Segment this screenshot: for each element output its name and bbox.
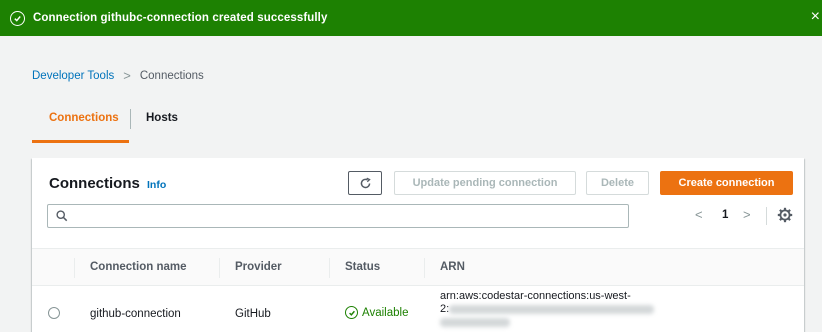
pagination-prev-icon[interactable]: <	[695, 207, 703, 222]
column-divider	[424, 258, 425, 278]
success-check-icon	[10, 10, 25, 26]
panel-title-text: Connections	[49, 175, 140, 192]
tab-bar: Connections Hosts	[32, 104, 792, 144]
cell-arn: arn:aws:codestar-connections:us-west- 2:	[440, 290, 670, 329]
breadcrumb-current: Connections	[139, 69, 204, 82]
cell-connection-name: github-connection	[90, 308, 181, 320]
table-row[interactable]: github-connection GitHub Available arn:a…	[32, 286, 804, 332]
breadcrumb-developer-tools[interactable]: Developer Tools	[32, 70, 114, 82]
panel-title: Connections Info	[49, 175, 166, 192]
search-input[interactable]	[76, 206, 628, 226]
cell-status: Available	[345, 306, 408, 319]
success-flash-banner: Connection githubc-connection created su…	[0, 0, 822, 36]
delete-button[interactable]: Delete	[586, 171, 649, 195]
search-icon	[54, 208, 70, 224]
tab-divider	[130, 109, 131, 129]
create-connection-button[interactable]: Create connection	[660, 171, 793, 195]
column-divider	[329, 258, 330, 278]
gear-icon[interactable]	[777, 207, 793, 223]
table-header: Connection name Provider Status ARN	[32, 248, 804, 286]
tab-connections[interactable]: Connections	[49, 112, 119, 124]
pagination-divider	[766, 207, 767, 225]
refresh-button[interactable]	[348, 171, 382, 195]
column-header-provider[interactable]: Provider	[235, 261, 282, 273]
refresh-icon	[360, 177, 371, 188]
column-divider	[219, 258, 220, 278]
arn-line-2: 2:	[440, 303, 450, 315]
column-header-connection-name[interactable]: Connection name	[90, 261, 186, 273]
flash-message: Connection githubc-connection created su…	[33, 12, 328, 24]
column-header-status[interactable]: Status	[345, 261, 380, 273]
redacted-arn-segment	[449, 304, 655, 314]
search-box[interactable]	[47, 204, 629, 228]
cell-provider: GitHub	[235, 308, 271, 320]
pagination-next-icon[interactable]: >	[743, 207, 751, 222]
column-header-arn[interactable]: ARN	[440, 261, 465, 273]
tab-hosts[interactable]: Hosts	[146, 112, 178, 124]
update-pending-connection-button[interactable]: Update pending connection	[394, 171, 576, 195]
breadcrumb: Developer Tools > Connections	[32, 68, 204, 83]
redacted-arn-segment	[440, 317, 510, 327]
close-icon[interactable]: ×	[811, 9, 820, 25]
info-link[interactable]: Info	[147, 179, 166, 191]
status-text: Available	[362, 306, 409, 319]
active-tab-indicator	[32, 140, 129, 143]
status-available-icon	[345, 306, 358, 319]
pagination-current-page[interactable]: 1	[722, 209, 728, 221]
arn-line-1: arn:aws:codestar-connections:us-west-	[440, 290, 631, 302]
column-divider	[74, 258, 75, 278]
row-select-radio[interactable]	[48, 307, 60, 319]
connections-panel: Connections Info Update pending connecti…	[32, 158, 804, 332]
breadcrumb-separator-icon: >	[123, 68, 131, 83]
